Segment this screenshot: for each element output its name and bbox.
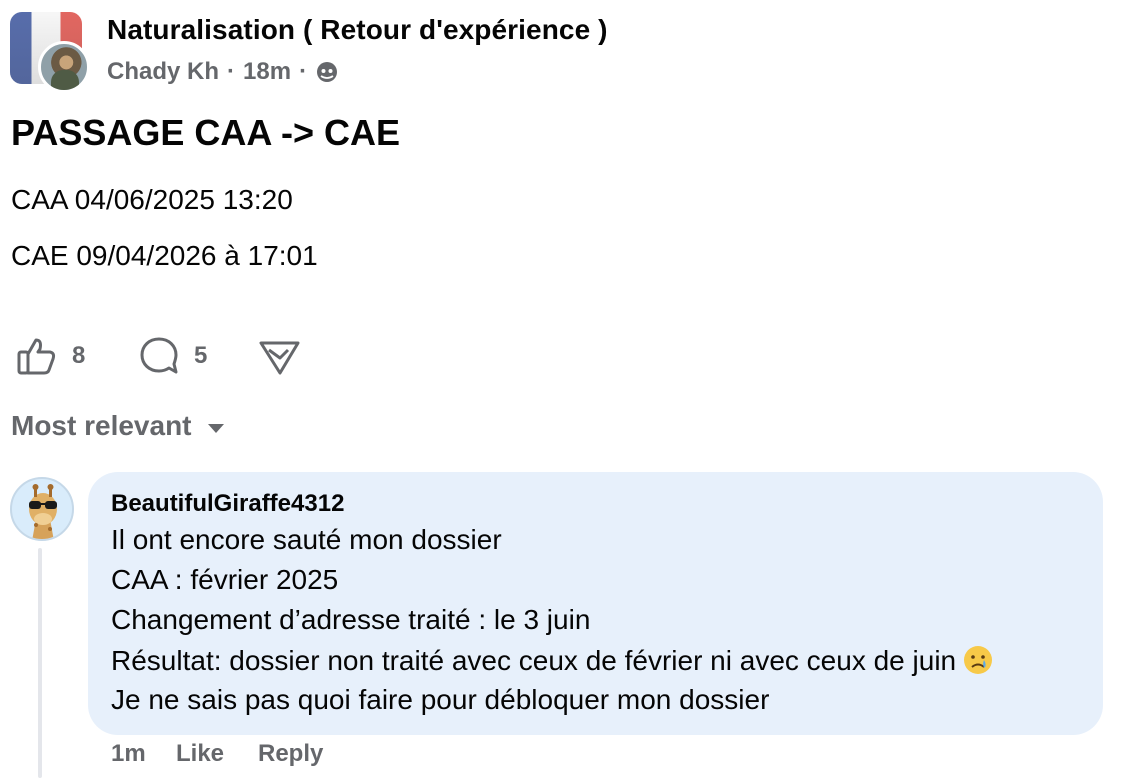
comment-line-4-wrap: Résultat: dossier non traité avec ceux d… xyxy=(111,644,994,677)
thread-line xyxy=(38,548,42,778)
comment-time[interactable]: 1m xyxy=(111,740,146,768)
group-name[interactable]: Naturalisation ( Retour d'expérience ) xyxy=(107,14,608,46)
thumbs-up-icon xyxy=(16,335,58,377)
comment-line-1: Il ont encore sauté mon dossier xyxy=(111,524,502,555)
globe-icon xyxy=(315,60,339,84)
comment-line-2: CAA : février 2025 xyxy=(111,564,339,595)
meta-separator-2: · xyxy=(299,58,308,85)
sad-face-emoji xyxy=(962,644,994,676)
post-title: PASSAGE CAA -> CAE xyxy=(11,112,401,153)
like-button[interactable]: 8 xyxy=(16,334,85,378)
share-button[interactable] xyxy=(258,334,302,378)
comment-button[interactable]: 5 xyxy=(138,334,207,378)
post-line-2: CAE 09/04/2026 à 17:01 xyxy=(11,240,318,271)
post-meta: Chady Kh · 18m · xyxy=(107,58,339,86)
comment-icon xyxy=(138,335,180,377)
share-icon xyxy=(258,335,302,377)
author-name[interactable]: Chady Kh xyxy=(107,58,219,86)
comment-count: 5 xyxy=(194,342,208,369)
comment-line-4: Résultat: dossier non traité avec ceux d… xyxy=(111,645,957,676)
like-count: 8 xyxy=(72,342,86,369)
post-page: Naturalisation ( Retour d'expérience ) C… xyxy=(0,0,1134,778)
post-line-1: CAA 04/06/2025 13:20 xyxy=(11,184,293,215)
commenter-avatar[interactable] xyxy=(10,477,74,541)
comment-reply-button[interactable]: Reply xyxy=(258,740,323,768)
comment-line-5: Je ne sais pas quoi faire pour débloquer… xyxy=(111,684,770,715)
author-avatar[interactable] xyxy=(38,41,90,93)
comment-like-button[interactable]: Like xyxy=(176,740,224,768)
sort-dropdown[interactable]: Most relevant xyxy=(11,410,226,442)
caret-down-icon xyxy=(206,410,226,442)
post-time[interactable]: 18m xyxy=(243,58,291,86)
meta-separator: · xyxy=(227,58,236,85)
sort-label: Most relevant xyxy=(11,410,192,441)
comment-line-3: Changement d’adresse traité : le 3 juin xyxy=(111,604,591,635)
commenter-name[interactable]: BeautifulGiraffe4312 xyxy=(111,490,344,518)
